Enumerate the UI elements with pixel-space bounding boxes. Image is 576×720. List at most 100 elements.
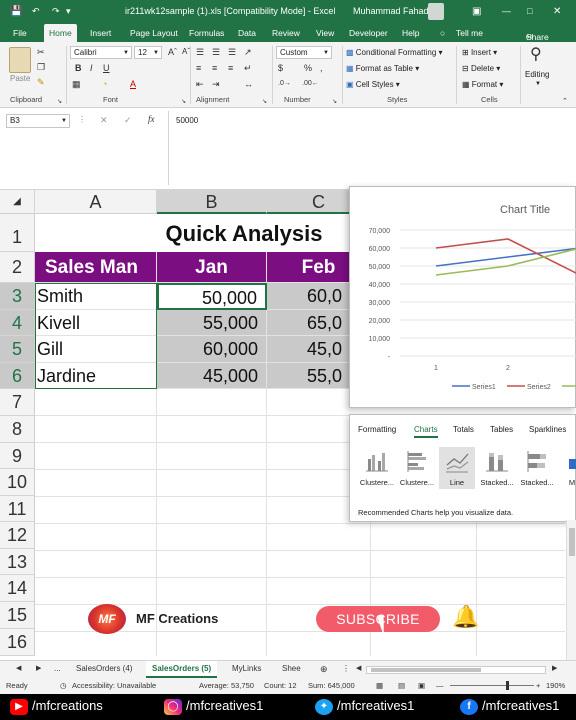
paste-icon[interactable] bbox=[9, 47, 31, 73]
increase-decimal-icon[interactable]: .0→ bbox=[278, 79, 291, 89]
qa-tab-charts[interactable]: Charts bbox=[414, 425, 438, 438]
format-cells-button[interactable]: ▦ Format ▾ bbox=[462, 80, 503, 89]
social-twitter[interactable]: ✦ /mfcreatives1 bbox=[315, 698, 414, 715]
format-painter-icon[interactable]: ✎ bbox=[37, 77, 45, 87]
row-header[interactable]: 5 bbox=[0, 336, 35, 363]
header-jan[interactable]: Jan bbox=[157, 252, 267, 283]
alignment-launcher-icon[interactable]: ↘ bbox=[262, 97, 267, 107]
select-all-corner[interactable]: ◢ bbox=[0, 190, 35, 214]
font-color-icon[interactable]: A bbox=[130, 79, 136, 89]
zoom-slider[interactable] bbox=[450, 681, 534, 690]
next-sheet-icon[interactable]: ▶ bbox=[36, 664, 41, 672]
tab-formulas[interactable]: Formulas bbox=[189, 28, 224, 38]
tab-help[interactable]: Help bbox=[402, 28, 419, 38]
scroll-right-icon[interactable]: ▶ bbox=[552, 664, 557, 672]
tab-developer[interactable]: Developer bbox=[349, 28, 388, 38]
normal-view-icon[interactable]: ▦ bbox=[376, 681, 383, 690]
paste-button[interactable]: Paste bbox=[10, 74, 30, 83]
wrap-text-icon[interactable]: ↵ bbox=[244, 63, 252, 73]
conditional-formatting-button[interactable]: ▩ Conditional Formatting ▾ bbox=[346, 48, 443, 57]
ribbon-display-icon[interactable]: ▣ bbox=[472, 6, 481, 17]
font-size-select[interactable]: 12 ▼ bbox=[134, 46, 162, 59]
comma-style-icon[interactable]: , bbox=[320, 63, 323, 73]
row-header[interactable]: 10 bbox=[0, 469, 35, 496]
name-box[interactable]: B3 ▼ bbox=[6, 114, 70, 128]
cell-salesman[interactable]: Kivell bbox=[35, 310, 157, 336]
collapse-ribbon-icon[interactable]: ⌃ bbox=[562, 97, 568, 107]
zoom-in-icon[interactable]: + bbox=[536, 681, 540, 690]
column-header-a[interactable]: A bbox=[35, 190, 157, 214]
scroll-left-icon[interactable]: ◀ bbox=[356, 664, 361, 672]
scroll-thumb[interactable] bbox=[371, 668, 481, 672]
vertical-scrollbar[interactable] bbox=[566, 520, 576, 660]
tab-review[interactable]: Review bbox=[272, 28, 300, 38]
enter-icon[interactable]: ✓ bbox=[124, 115, 132, 125]
sheet-tab[interactable]: Shee bbox=[282, 664, 301, 673]
scroll-thumb[interactable] bbox=[569, 528, 575, 556]
qa-option-stacked-bar[interactable]: Stacked... bbox=[519, 447, 555, 495]
row-header[interactable]: 9 bbox=[0, 443, 35, 469]
increase-font-icon[interactable]: Aˆ bbox=[168, 47, 177, 57]
row-header[interactable]: 2 bbox=[0, 252, 35, 283]
row-header[interactable]: 4 bbox=[0, 310, 35, 336]
tab-data[interactable]: Data bbox=[238, 28, 256, 38]
font-launcher-icon[interactable]: ↘ bbox=[181, 97, 186, 107]
row-header[interactable]: 7 bbox=[0, 389, 35, 416]
cell-styles-button[interactable]: ▣ Cell Styles ▾ bbox=[346, 80, 400, 89]
qa-tab-sparklines[interactable]: Sparklines bbox=[529, 425, 566, 434]
qa-tab-formatting[interactable]: Formatting bbox=[358, 425, 396, 434]
zoom-level[interactable]: 190% bbox=[546, 681, 565, 690]
cell-jan[interactable]: 55,000 bbox=[157, 310, 267, 336]
borders-icon[interactable]: ▦ bbox=[72, 79, 81, 89]
add-sheet-icon[interactable]: ⊕ bbox=[320, 664, 328, 675]
font-name-select[interactable]: Calibri ▼ bbox=[70, 46, 132, 59]
redo-icon[interactable]: ↷ bbox=[52, 6, 60, 17]
cut-icon[interactable]: ✂ bbox=[37, 47, 45, 57]
cell-salesman[interactable]: Gill bbox=[35, 336, 157, 363]
clipboard-launcher-icon[interactable]: ↘ bbox=[57, 97, 62, 107]
qa-option-line[interactable]: Line bbox=[439, 447, 475, 489]
sheet-tab[interactable]: MyLinks bbox=[232, 664, 261, 673]
social-facebook[interactable]: f/mfcreatives1 bbox=[460, 698, 559, 715]
format-as-table-button[interactable]: ▦ Format as Table ▾ bbox=[346, 64, 419, 73]
cell-jan[interactable]: 45,000 bbox=[157, 363, 267, 389]
copy-icon[interactable]: ❐ bbox=[37, 62, 45, 72]
editing-button[interactable]: Editing bbox=[525, 70, 549, 79]
delete-cells-button[interactable]: ⊟ Delete ▾ bbox=[462, 64, 500, 73]
formula-input[interactable]: 50000 bbox=[168, 111, 572, 185]
bold-icon[interactable]: B bbox=[75, 63, 82, 73]
row-header[interactable]: 15 bbox=[0, 602, 35, 629]
page-break-icon[interactable]: ▣ bbox=[418, 681, 425, 690]
restore-icon[interactable]: □ bbox=[527, 6, 532, 16]
undo-icon[interactable]: ↶ bbox=[32, 6, 40, 17]
qa-option-clustered-bar[interactable]: Clustere... bbox=[399, 447, 435, 495]
accounting-icon[interactable]: $ bbox=[278, 63, 283, 73]
qat-dropdown-icon[interactable]: ▾ bbox=[66, 6, 71, 17]
cancel-icon[interactable]: ✕ bbox=[100, 115, 108, 125]
prev-sheet-icon[interactable]: ◀ bbox=[16, 664, 21, 672]
tab-page-layout[interactable]: Page Layout bbox=[130, 28, 178, 38]
zoom-out-icon[interactable]: — bbox=[436, 681, 444, 690]
tab-file[interactable]: File bbox=[13, 28, 27, 38]
tab-insert[interactable]: Insert bbox=[90, 28, 111, 38]
sheet-title[interactable]: Quick Analysis bbox=[35, 214, 365, 252]
qa-option-clustered-column[interactable]: Clustere... bbox=[359, 447, 395, 495]
cell-salesman[interactable]: Jardine bbox=[35, 363, 157, 389]
italic-icon[interactable]: I bbox=[90, 63, 93, 73]
insert-function-button[interactable]: fx bbox=[148, 114, 155, 124]
row-header[interactable]: 11 bbox=[0, 496, 35, 522]
search-icon[interactable]: ⚲ bbox=[530, 47, 542, 63]
zoom-thumb[interactable] bbox=[506, 681, 509, 690]
underline-icon[interactable]: U bbox=[103, 63, 110, 73]
row-header[interactable]: 6 bbox=[0, 363, 35, 389]
sheet-tab-active[interactable]: SalesOrders (5) bbox=[146, 661, 218, 678]
align-right-icon[interactable]: ≡ bbox=[228, 63, 233, 73]
column-header-b[interactable]: B bbox=[157, 190, 267, 214]
align-top-icon[interactable]: ☰ bbox=[196, 47, 204, 57]
qa-tab-tables[interactable]: Tables bbox=[490, 425, 513, 434]
qa-option-more[interactable]: M bbox=[559, 447, 576, 495]
number-format-select[interactable]: Custom ▼ bbox=[276, 46, 332, 59]
header-sales-man[interactable]: Sales Man bbox=[35, 252, 157, 283]
row-header[interactable]: 16 bbox=[0, 629, 35, 656]
sheet-tab-more[interactable]: ... bbox=[54, 664, 61, 673]
